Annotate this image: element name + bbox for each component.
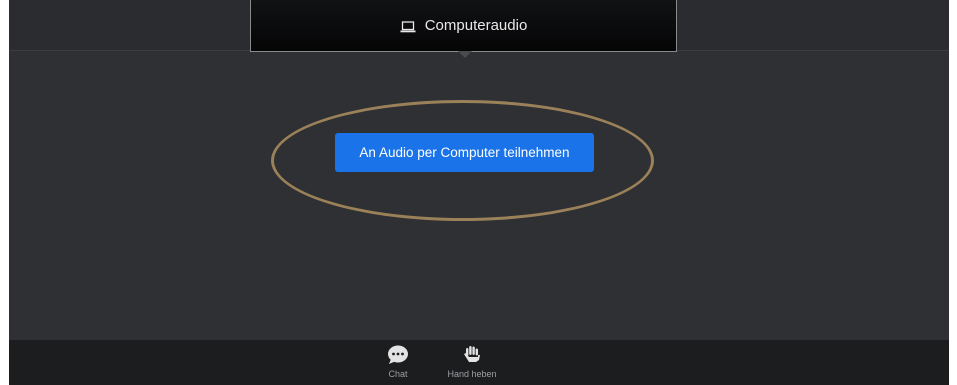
chat-button[interactable]: Chat [376, 345, 420, 379]
raise-hand-button[interactable]: Hand heben [440, 345, 504, 379]
laptop-icon [400, 20, 416, 32]
meeting-screen: Computeraudio An Audio per Computer teil… [9, 0, 949, 385]
raise-hand-icon [463, 345, 481, 369]
chat-label: Chat [388, 369, 408, 379]
bottom-toolbar: Chat Hand heben [9, 340, 949, 385]
join-computer-audio-button[interactable]: An Audio per Computer teilnehmen [335, 133, 594, 172]
raise-hand-label: Hand heben [447, 369, 497, 379]
tab-computer-audio[interactable]: Computeraudio [250, 0, 677, 52]
tab-pointer [458, 51, 472, 58]
chat-bubble-icon [387, 345, 409, 369]
audio-tab-label: Computeraudio [424, 17, 528, 34]
